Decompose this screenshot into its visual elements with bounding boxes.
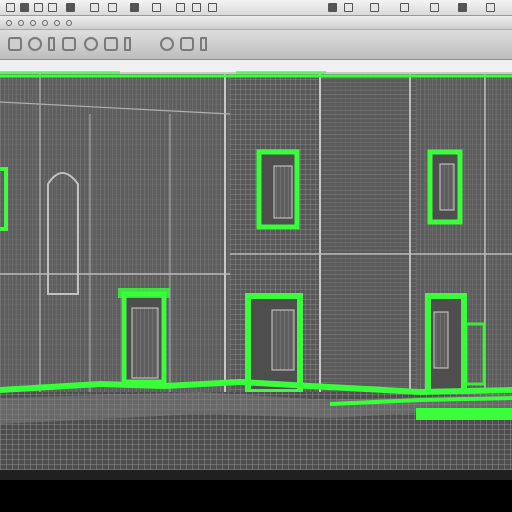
- maximize-icon[interactable]: [458, 3, 467, 12]
- snap-icon[interactable]: [208, 3, 217, 12]
- viewport-indicator: [0, 71, 512, 74]
- rotate-icon[interactable]: [108, 3, 117, 12]
- material-editor-icon[interactable]: [192, 3, 201, 12]
- move-icon[interactable]: [90, 3, 99, 12]
- undo-icon[interactable]: [34, 3, 43, 12]
- zoom-icon[interactable]: [370, 3, 379, 12]
- view-icon[interactable]: [328, 3, 337, 12]
- secondary-toolbar: [0, 16, 512, 30]
- sphere-icon[interactable]: [28, 37, 42, 51]
- 3d-viewport[interactable]: [0, 74, 512, 480]
- file-icon[interactable]: [6, 3, 15, 12]
- plane-icon[interactable]: [62, 37, 76, 51]
- material-icon[interactable]: [160, 37, 174, 51]
- pan-icon[interactable]: [400, 3, 409, 12]
- select-icon[interactable]: [66, 3, 75, 12]
- layers-icon[interactable]: [176, 3, 185, 12]
- motion-icon[interactable]: [42, 20, 48, 26]
- building-corner-column[interactable]: [320, 74, 416, 394]
- create-icon[interactable]: [6, 20, 12, 26]
- scale-icon[interactable]: [130, 3, 139, 12]
- display-icon[interactable]: [54, 20, 60, 26]
- modify-icon[interactable]: [18, 20, 24, 26]
- step-selected[interactable]: [416, 408, 512, 420]
- redo-icon[interactable]: [48, 3, 57, 12]
- bottom-bar: [0, 480, 512, 512]
- orbit-icon[interactable]: [430, 3, 439, 12]
- utilities-icon[interactable]: [66, 20, 72, 26]
- camera-icon[interactable]: [104, 37, 118, 51]
- grid-icon[interactable]: [344, 3, 353, 12]
- modeling-app-window: [0, 0, 512, 512]
- modifier-icon[interactable]: [124, 37, 131, 51]
- box-icon[interactable]: [8, 37, 22, 51]
- top-toolbar: [0, 0, 512, 16]
- help-icon[interactable]: [486, 3, 495, 12]
- render-icon[interactable]: [152, 3, 161, 12]
- cylinder-icon[interactable]: [48, 37, 55, 51]
- environment-icon[interactable]: [200, 37, 207, 51]
- hierarchy-icon[interactable]: [30, 20, 36, 26]
- save-icon[interactable]: [20, 3, 29, 12]
- light-icon[interactable]: [84, 37, 98, 51]
- render-setup-icon[interactable]: [180, 37, 194, 51]
- wireframe-scene: [0, 74, 512, 480]
- viewport-label-strip: [0, 60, 512, 74]
- ribbon-toolbar: [0, 30, 512, 60]
